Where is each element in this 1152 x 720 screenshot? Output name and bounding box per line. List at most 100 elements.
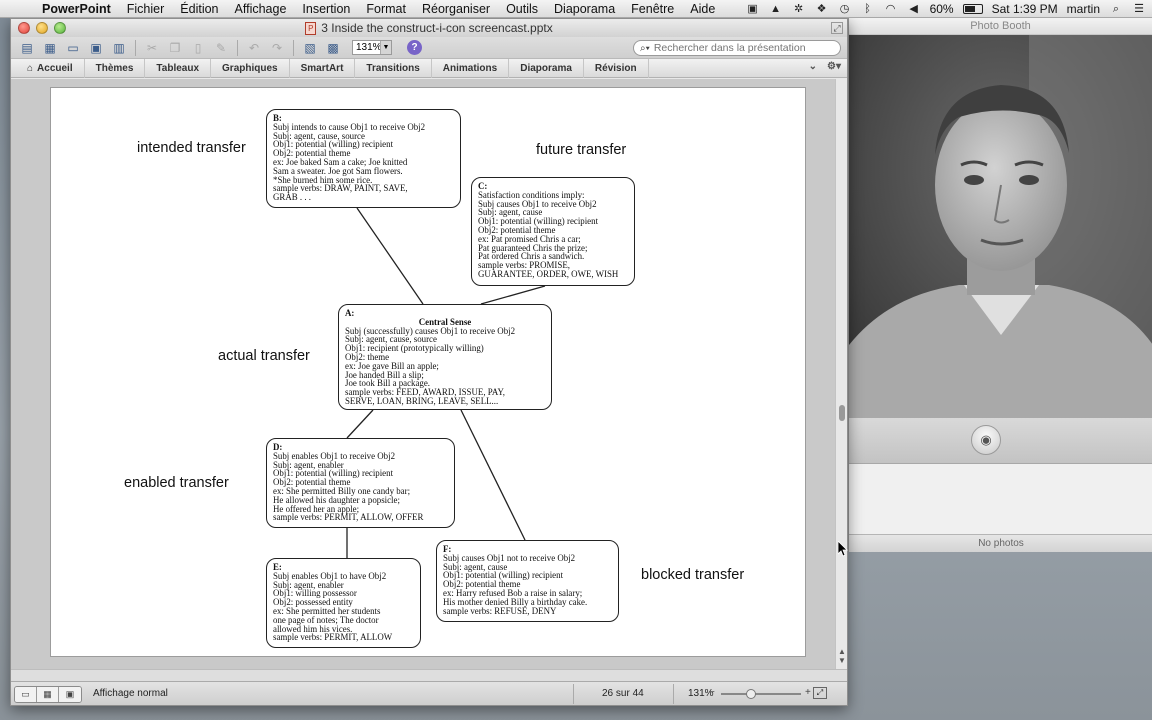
spotlight-icon[interactable]: ⌕ bbox=[1109, 3, 1123, 15]
toolbar-separator bbox=[237, 39, 238, 56]
new-presentation-icon[interactable]: ▤ bbox=[17, 39, 37, 57]
fullscreen-icon[interactable]: ⤢ bbox=[831, 22, 843, 34]
slideshow-icon[interactable]: ▩ bbox=[323, 39, 343, 57]
box-f-blocked: F: Subj causes Obj1 not to receive Obj2 … bbox=[436, 540, 619, 622]
menu-bar: PowerPoint Fichier Édition Affichage Ins… bbox=[0, 0, 1152, 18]
box-b-line: GRAB . . . bbox=[273, 192, 311, 203]
paste-icon[interactable]: ▯ bbox=[188, 39, 208, 57]
box-e-line: sample verbs: PERMIT, ALLOW bbox=[273, 632, 393, 643]
camera-icon: ◉ bbox=[980, 432, 992, 447]
zoom-slider-knob[interactable] bbox=[746, 689, 756, 699]
mouse-cursor-icon bbox=[838, 541, 848, 557]
menu-outils[interactable]: Outils bbox=[498, 2, 546, 16]
box-c-future: C: Satisfaction conditions imply: Subj c… bbox=[471, 177, 635, 286]
menu-insertion[interactable]: Insertion bbox=[294, 2, 358, 16]
dropbox-icon[interactable]: ❖ bbox=[815, 3, 829, 15]
time-machine-icon[interactable]: ◷ bbox=[838, 3, 852, 15]
drive-icon[interactable]: ▲ bbox=[769, 3, 783, 15]
zoom-select[interactable]: 131% ▼ bbox=[352, 40, 392, 55]
tab-themes[interactable]: Thèmes bbox=[85, 58, 146, 78]
chevron-down-icon: ▼ bbox=[380, 41, 391, 54]
ppt-titlebar: P 3 Inside the construct-i-con screencas… bbox=[11, 19, 847, 37]
slide-sorter-icon[interactable]: ▧ bbox=[300, 39, 320, 57]
slide-sorter-view-icon[interactable]: ▦ bbox=[37, 687, 59, 702]
box-f-line: sample verbs: REFUSE, DENY bbox=[443, 605, 557, 616]
ribbon-settings-icon[interactable]: ⚙▾ bbox=[827, 61, 841, 72]
ribbon-controls: ⌄ ⚙▾ bbox=[809, 61, 841, 72]
tab-revision[interactable]: Révision bbox=[584, 58, 649, 78]
normal-view-icon[interactable]: ▭ bbox=[15, 687, 37, 702]
box-a-central: A: Central Sense Subj (successfully) cau… bbox=[338, 304, 552, 410]
copy-icon[interactable]: ❐ bbox=[165, 39, 185, 57]
undo-icon[interactable]: ↶ bbox=[244, 39, 264, 57]
save-icon[interactable]: ▣ bbox=[86, 39, 106, 57]
menu-reorganiser[interactable]: Réorganiser bbox=[414, 2, 498, 16]
menu-edition[interactable]: Édition bbox=[172, 2, 226, 16]
box-a-line: SERVE, LOAN, BRING, LEAVE, SELL... bbox=[345, 395, 499, 406]
photobooth-controls: ◉ bbox=[849, 418, 1152, 464]
ribbon-tabs: ⌂ Accueil Thèmes Tableaux Graphiques Smar… bbox=[11, 58, 847, 78]
current-slide[interactable]: intended transfer future transfer actual… bbox=[50, 87, 806, 657]
search-field[interactable]: ⌕▾ bbox=[633, 40, 841, 56]
volume-icon[interactable]: ◀ bbox=[907, 3, 921, 15]
search-input[interactable] bbox=[653, 42, 824, 54]
vertical-scrollbar[interactable]: ▲ ▼ bbox=[835, 79, 847, 669]
tab-smartart[interactable]: SmartArt bbox=[290, 58, 356, 78]
menu-user[interactable]: martin bbox=[1067, 2, 1100, 16]
collapse-ribbon-icon[interactable]: ⌄ bbox=[809, 61, 817, 72]
toolbar-separator bbox=[293, 39, 294, 56]
print-icon[interactable]: ▥ bbox=[109, 39, 129, 57]
wifi-icon[interactable]: ◠ bbox=[884, 3, 898, 15]
battery-percent[interactable]: 60% bbox=[930, 2, 954, 16]
battery-level bbox=[964, 6, 975, 12]
label-blocked-transfer: blocked transfer bbox=[641, 567, 745, 583]
cut-icon[interactable]: ✂ bbox=[142, 39, 162, 57]
menu-app-name[interactable]: PowerPoint bbox=[34, 2, 119, 16]
slideshow-view-icon[interactable]: ▣ bbox=[59, 687, 81, 702]
battery-icon[interactable] bbox=[962, 4, 983, 14]
sync-icon[interactable]: ✲ bbox=[792, 3, 806, 15]
label-intended-transfer: intended transfer bbox=[137, 140, 246, 156]
slide-position: 26 sur 44 bbox=[602, 688, 644, 699]
scroll-arrows-icon[interactable]: ▲ ▼ bbox=[837, 647, 847, 665]
fit-to-window-icon[interactable]: ⤢ bbox=[813, 687, 827, 699]
view-switcher: ▭ ▦ ▣ bbox=[14, 686, 82, 703]
slide-editing-area: intended transfer future transfer actual… bbox=[11, 79, 847, 669]
box-e-possession: E: Subj enables Obj1 to have Obj2 Subj: … bbox=[266, 558, 421, 648]
connector-a-d bbox=[346, 409, 374, 439]
document-title-text: 3 Inside the construct-i-con screencast.… bbox=[321, 21, 553, 35]
tab-diaporama[interactable]: Diaporama bbox=[509, 58, 584, 78]
help-icon[interactable]: ? bbox=[407, 40, 422, 55]
toolbar-separator bbox=[135, 39, 136, 56]
redo-icon[interactable]: ↷ bbox=[267, 39, 287, 57]
screen-icon[interactable]: ▣ bbox=[746, 3, 760, 15]
tab-transitions[interactable]: Transitions bbox=[355, 58, 432, 78]
scrollbar-thumb[interactable] bbox=[839, 405, 845, 421]
tab-tableaux[interactable]: Tableaux bbox=[145, 58, 212, 78]
tab-graphiques[interactable]: Graphiques bbox=[211, 58, 290, 78]
open-folder-icon[interactable]: ▭ bbox=[63, 39, 83, 57]
tab-animations[interactable]: Animations bbox=[432, 58, 510, 78]
menu-aide[interactable]: Aide bbox=[682, 2, 723, 16]
pptx-document-icon: P bbox=[305, 21, 317, 35]
zoom-slider[interactable] bbox=[721, 689, 801, 699]
menu-diaporama[interactable]: Diaporama bbox=[546, 2, 623, 16]
tab-accueil[interactable]: ⌂ Accueil bbox=[17, 58, 85, 78]
bluetooth-icon[interactable]: ᛒ bbox=[861, 3, 875, 15]
photobooth-status: No photos bbox=[849, 534, 1152, 552]
menu-fenetre[interactable]: Fenêtre bbox=[623, 2, 682, 16]
menu-clock[interactable]: Sat 1:39 PM bbox=[992, 2, 1058, 16]
templates-icon[interactable]: ▦ bbox=[40, 39, 60, 57]
menu-affichage[interactable]: Affichage bbox=[227, 2, 295, 16]
box-d-line: sample verbs: PERMIT, ALLOW, OFFER bbox=[273, 512, 424, 523]
menu-format[interactable]: Format bbox=[358, 2, 414, 16]
zoom-out-icon[interactable]: − bbox=[709, 687, 719, 698]
format-painter-icon[interactable]: ✎ bbox=[211, 39, 231, 57]
notification-icon[interactable]: ☰ bbox=[1132, 3, 1146, 15]
menu-fichier[interactable]: Fichier bbox=[119, 2, 173, 16]
take-photo-button[interactable]: ◉ bbox=[971, 425, 1001, 455]
photobooth-title: Photo Booth bbox=[849, 18, 1152, 35]
powerpoint-window: P 3 Inside the construct-i-con screencas… bbox=[10, 18, 848, 706]
document-title: P 3 Inside the construct-i-con screencas… bbox=[11, 21, 847, 35]
webcam-preview bbox=[849, 35, 1152, 418]
